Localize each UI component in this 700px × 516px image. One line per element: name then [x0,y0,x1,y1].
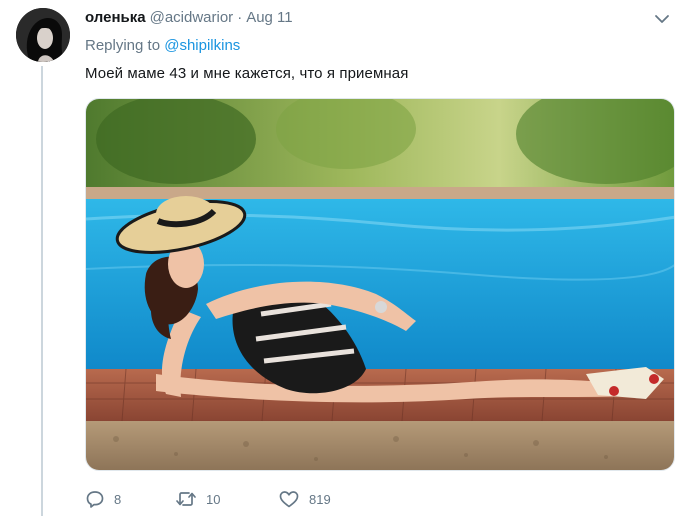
reply-icon [85,489,105,509]
heart-icon [278,489,300,509]
separator-dot: · [237,9,243,26]
replying-label: Replying to [85,37,161,54]
replying-to-link[interactable]: @shipilkins [164,37,240,54]
tweet-actions: 8 10 819 [85,486,398,512]
replying-to: Replying to @shipilkins [85,37,240,54]
reply-count: 8 [114,491,122,507]
thread-line [41,66,43,516]
tweet-date[interactable]: Aug 11 [246,9,292,26]
tweet: оленька @acidwarior · Aug 11 Replying to… [0,0,700,516]
chevron-down-icon[interactable] [653,10,671,28]
avatar[interactable] [16,8,70,62]
retweet-button[interactable]: 10 [175,489,278,509]
author-name[interactable]: оленька [85,9,146,26]
tweet-text: Моей маме 43 и мне кажется, что я приемн… [85,65,409,82]
like-button[interactable]: 819 [278,489,398,509]
like-count: 819 [309,491,331,507]
reply-button[interactable]: 8 [85,489,175,509]
author-handle[interactable]: @acidwarior [150,9,234,26]
retweet-icon [175,489,197,509]
tweet-header: оленька @acidwarior · Aug 11 [85,9,293,29]
tweet-photo[interactable] [85,98,675,471]
retweet-count: 10 [206,491,221,507]
